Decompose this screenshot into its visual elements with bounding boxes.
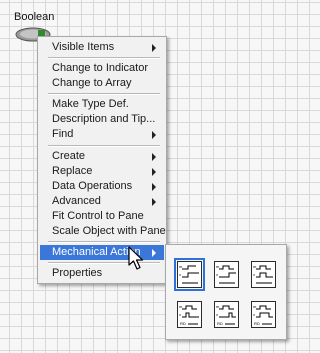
mouse-pointer-icon — [128, 246, 144, 270]
menu-item-label: Make Type Def. — [52, 98, 129, 110]
menu-separator — [48, 57, 160, 59]
submenu-arrow-icon — [152, 198, 156, 206]
svg-text:m: m — [179, 264, 183, 269]
menu-item-label: Scale Object with Pane — [52, 225, 166, 237]
menu-item-scale-object-with-pane[interactable]: Scale Object with Pane — [40, 224, 166, 239]
svg-text:RD: RD — [180, 321, 186, 326]
svg-text:RD: RD — [254, 321, 260, 326]
menu-item-fit-control-to-pane[interactable]: Fit Control to Pane — [40, 209, 164, 224]
submenu-arrow-icon — [152, 153, 156, 161]
submenu-arrow-icon — [152, 249, 156, 257]
menu-item-label: Replace — [52, 165, 93, 177]
svg-text:v: v — [216, 272, 218, 277]
submenu-arrow-icon — [152, 131, 156, 139]
menu-item-change-to-indicator[interactable]: Change to Indicator — [40, 61, 164, 76]
svg-text:m: m — [253, 264, 257, 269]
menu-separator — [48, 145, 160, 147]
switch-when-released-icon[interactable]: m v — [214, 261, 239, 288]
menu-item-visible-items[interactable]: Visible Items — [40, 40, 164, 55]
menu-item-advanced[interactable]: Advanced — [40, 194, 164, 209]
latch-when-pressed-icon[interactable]: m v RD — [177, 301, 202, 328]
svg-text:m: m — [179, 304, 183, 309]
menu-item-label: Advanced — [52, 195, 101, 207]
switch-until-released-icon[interactable]: m v — [251, 261, 276, 288]
menu-item-label: Change to Indicator — [52, 62, 149, 74]
submenu-arrow-icon — [152, 183, 156, 191]
menu-item-change-to-array[interactable]: Change to Array — [40, 76, 164, 91]
svg-text:RD: RD — [217, 321, 223, 326]
menu-item-replace[interactable]: Replace — [40, 164, 164, 179]
svg-text:m: m — [253, 304, 257, 309]
menu-item-description-and-tip[interactable]: Description and Tip... — [40, 112, 164, 127]
menu-item-label: Data Operations — [52, 180, 133, 192]
svg-text:v: v — [253, 312, 255, 317]
menu-item-label: Description and Tip... — [52, 113, 156, 125]
menu-separator — [48, 241, 160, 243]
menu-item-label: Find — [52, 128, 74, 140]
svg-text:v: v — [179, 272, 181, 277]
menu-item-label: Fit Control to Pane — [52, 210, 144, 222]
menu-item-make-type-def[interactable]: Make Type Def. — [40, 97, 164, 112]
menu-item-label: Properties — [52, 267, 103, 279]
svg-text:m: m — [216, 264, 220, 269]
svg-text:v: v — [179, 312, 181, 317]
submenu-arrow-icon — [152, 44, 156, 52]
menu-item-label: Create — [52, 150, 86, 162]
control-label: Boolean — [14, 11, 55, 23]
menu-item-create[interactable]: Create — [40, 149, 164, 164]
svg-text:v: v — [216, 312, 218, 317]
menu-separator — [48, 93, 160, 95]
switch-when-pressed-icon[interactable]: m v — [174, 258, 205, 291]
menu-item-label: Visible Items — [52, 41, 115, 53]
svg-text:v: v — [253, 272, 255, 277]
menu-item-data-operations[interactable]: Data Operations — [40, 179, 164, 194]
mechanical-action-submenu: m v m v m v m v RD m v RD m v RD — [165, 244, 287, 340]
latch-until-released-icon[interactable]: m v RD — [251, 301, 276, 328]
svg-text:m: m — [216, 304, 220, 309]
submenu-arrow-icon — [152, 168, 156, 176]
latch-when-released-icon[interactable]: m v RD — [214, 301, 239, 328]
menu-item-label: Change to Array — [52, 77, 132, 89]
menu-item-find[interactable]: Find — [40, 127, 164, 142]
